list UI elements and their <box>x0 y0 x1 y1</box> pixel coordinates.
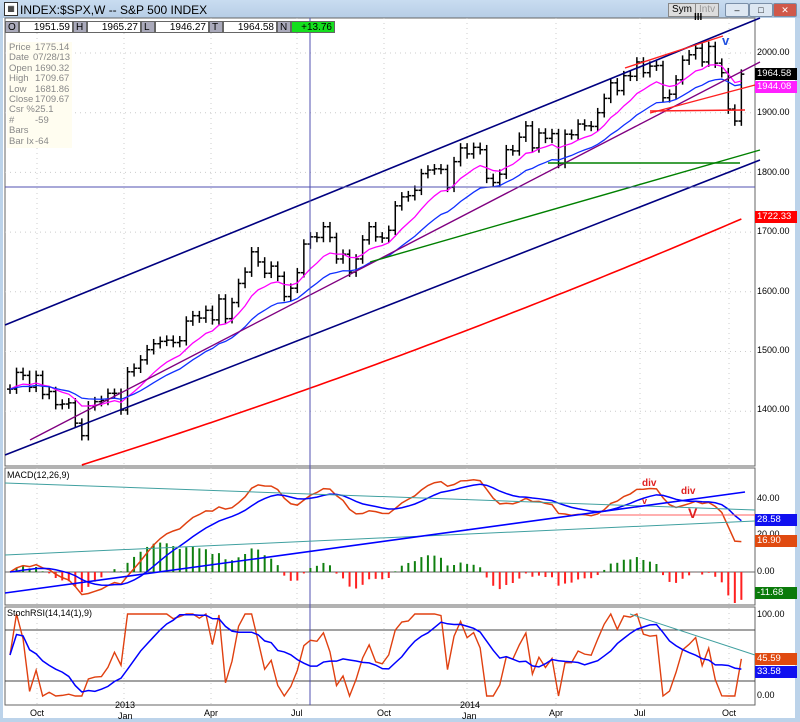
purple-trendline <box>29 61 761 441</box>
channel-upper-line <box>4 17 761 326</box>
low-label: L <box>141 21 155 33</box>
price-tick: 1900.00 <box>757 107 790 117</box>
x-tick: Jan <box>462 711 477 721</box>
annotation-v: v <box>642 496 648 506</box>
ma-long-line <box>81 218 742 466</box>
stochrsi-label: StochRSI(14,14(1),9) <box>7 608 93 618</box>
price-tick: 1500.00 <box>757 345 790 355</box>
macd-tick: 40.00 <box>757 493 780 503</box>
price-tick: 1700.00 <box>757 226 790 236</box>
x-tick: Jul <box>634 708 646 718</box>
info-row: Bar Ix -64 <box>9 135 49 147</box>
open-label: O <box>5 21 19 33</box>
high-label: H <box>73 21 87 33</box>
macd-signal-line <box>9 483 742 586</box>
annotation-wave: III <box>694 12 703 23</box>
last-value: 1964.58 <box>223 21 277 33</box>
macd-signal-badge: 28.58 <box>755 514 797 526</box>
open-value: 1951.59 <box>19 21 73 33</box>
x-tick: Oct <box>722 708 737 718</box>
stoch-tick: 100.00 <box>757 609 785 619</box>
channel-lower-line <box>4 159 761 456</box>
ma-long-badge: 1722.33 <box>755 211 797 223</box>
x-tick: Oct <box>30 708 45 718</box>
annotation-div: div <box>681 486 696 497</box>
stoch-badge: 45.59 <box>755 653 797 665</box>
price-tick: 1600.00 <box>757 286 790 296</box>
cursor-info-panel: Price 1775.14 Date 07/28/13 Open 1690.32 Hi… <box>7 42 72 149</box>
stochrsi-signal-line <box>9 614 742 693</box>
low-value: 1946.27 <box>155 21 209 33</box>
x-tick: Oct <box>377 708 392 718</box>
macd-label: MACD(12,26,9) <box>7 470 70 480</box>
net-label: N <box>277 21 291 33</box>
stoch-teal-trendline <box>629 613 756 656</box>
red-horizontal-line <box>649 109 746 112</box>
x-tick: Jul <box>291 708 303 718</box>
x-tick: Apr <box>549 708 564 718</box>
macd-tick: 0.00 <box>757 566 775 576</box>
stoch-tick: 0.00 <box>757 690 775 700</box>
red-mid-trendline <box>649 84 756 114</box>
ema-short-badge: 1944.08 <box>755 81 797 93</box>
x-year: 2014 <box>460 700 481 710</box>
x-tick: Apr <box>204 708 219 718</box>
high-value: 1965.27 <box>87 21 141 33</box>
annotation-v: V <box>688 505 698 521</box>
macd-line-badge: 16.90 <box>755 535 797 547</box>
price-tick: 2000.00 <box>757 47 790 57</box>
macd-histogram-badge: -11.68 <box>755 587 797 599</box>
quote-bar: O 1951.59 H 1965.27 L 1946.27 T 1964.58 N +13… <box>5 21 335 33</box>
annotation-div: div <box>642 478 657 489</box>
price-tick: 1800.00 <box>757 167 790 177</box>
stochrsi-line <box>9 612 743 699</box>
chart-canvas[interactable] <box>0 0 800 722</box>
annotation-v: v <box>722 33 730 48</box>
net-change: +13.76 <box>291 21 335 33</box>
stoch-signal-badge: 33.58 <box>755 666 797 678</box>
last-label: T <box>209 21 223 33</box>
last-close-badge: 1964.58 <box>755 68 797 80</box>
macd-teal-lower-trendline <box>4 520 756 556</box>
price-tick: 1400.00 <box>757 404 790 414</box>
x-year: 2013 <box>115 700 136 710</box>
panel-frame <box>4 606 756 706</box>
info-row: # Bars -59 <box>9 114 49 137</box>
x-tick: Jan <box>118 711 133 721</box>
